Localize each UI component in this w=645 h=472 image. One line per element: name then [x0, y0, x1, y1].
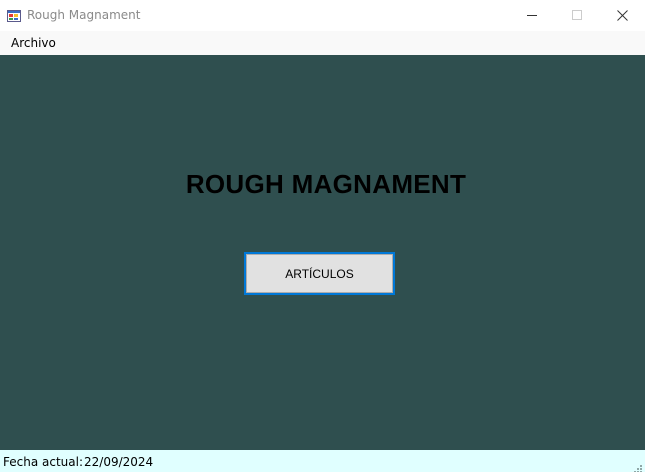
minimize-icon	[527, 15, 537, 16]
title-bar[interactable]: Rough Magnament	[0, 0, 645, 31]
articulos-button-label: ARTÍCULOS	[285, 267, 354, 281]
maximize-button[interactable]	[555, 0, 600, 31]
resize-grip-icon[interactable]	[633, 459, 643, 472]
window-title: Rough Magnament	[27, 8, 141, 22]
maximize-icon	[572, 10, 582, 20]
app-window: Rough Magnament Archivo ROUGH MAGNAMENT …	[0, 0, 645, 472]
articulos-button[interactable]: ARTÍCULOS	[244, 252, 395, 295]
menu-item-archivo[interactable]: Archivo	[4, 33, 63, 53]
close-button[interactable]	[600, 0, 645, 31]
menu-bar: Archivo	[0, 31, 645, 55]
date-label: Fecha actual:	[3, 455, 83, 469]
minimize-button[interactable]	[510, 0, 555, 31]
app-icon	[7, 8, 21, 22]
status-bar: Fecha actual: 22/09/2024	[0, 450, 645, 472]
close-icon	[617, 10, 628, 21]
main-heading: ROUGH MAGNAMENT	[185, 169, 467, 199]
date-value: 22/09/2024	[84, 455, 154, 469]
